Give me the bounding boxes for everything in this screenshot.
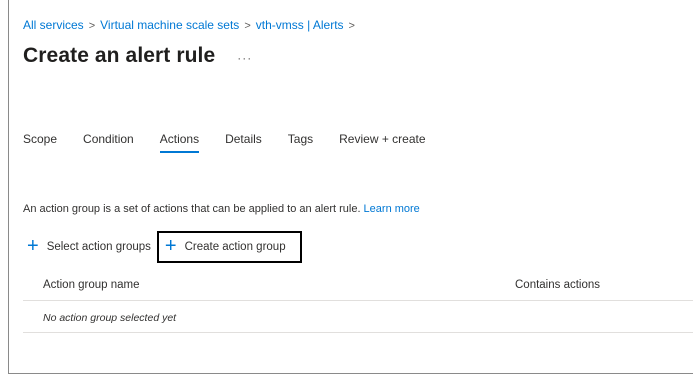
column-header-contains-actions[interactable]: Contains actions [515, 279, 600, 291]
breadcrumb-all-services[interactable]: All services [23, 18, 84, 32]
column-header-action-group-name[interactable]: Action group name [43, 279, 140, 291]
select-action-groups-button[interactable]: + Select action groups [27, 231, 151, 263]
breadcrumb: All services > Virtual machine scale sets >… [23, 18, 360, 32]
breadcrumb-separator-icon: > [348, 20, 355, 32]
alert-rule-blade: All services > Virtual machine scale sets >… [8, 0, 693, 374]
breadcrumb-separator-icon: > [88, 20, 96, 32]
tab-bar: Scope Condition Actions Details Tags Rev… [23, 132, 452, 153]
breadcrumb-separator-icon: > [244, 20, 251, 32]
description-text: An action group is a set of actions that… [23, 203, 361, 215]
plus-icon: + [164, 235, 177, 257]
tab-details[interactable]: Details [225, 132, 262, 152]
action-group-description: An action group is a set of actions that… [23, 203, 420, 215]
create-action-group-button[interactable]: + Create action group [156, 231, 302, 263]
select-action-groups-label: Select action groups [46, 241, 151, 253]
action-groups-table: Action group name Contains actions No ac… [23, 270, 693, 333]
tab-review-create[interactable]: Review + create [339, 132, 425, 152]
breadcrumb-vmss[interactable]: Virtual machine scale sets [100, 18, 239, 32]
command-bar: + Select action groups + Create action g… [23, 231, 302, 263]
tab-actions[interactable]: Actions [159, 132, 200, 153]
title-row: Create an alert rule ··· [23, 44, 252, 68]
tab-scope[interactable]: Scope [23, 132, 57, 152]
table-header: Action group name Contains actions [23, 270, 693, 301]
more-options-icon[interactable]: ··· [237, 51, 252, 65]
page-title: Create an alert rule [23, 44, 216, 67]
plus-icon: + [27, 235, 39, 257]
table-row: No action group selected yet [23, 301, 693, 333]
empty-state-text: No action group selected yet [43, 312, 177, 324]
create-action-group-label: Create action group [184, 241, 286, 253]
breadcrumb-vmss-alerts[interactable]: vth-vmss | Alerts [256, 18, 344, 32]
learn-more-link[interactable]: Learn more [364, 203, 420, 215]
tab-tags[interactable]: Tags [288, 132, 313, 152]
tab-condition[interactable]: Condition [83, 132, 134, 152]
